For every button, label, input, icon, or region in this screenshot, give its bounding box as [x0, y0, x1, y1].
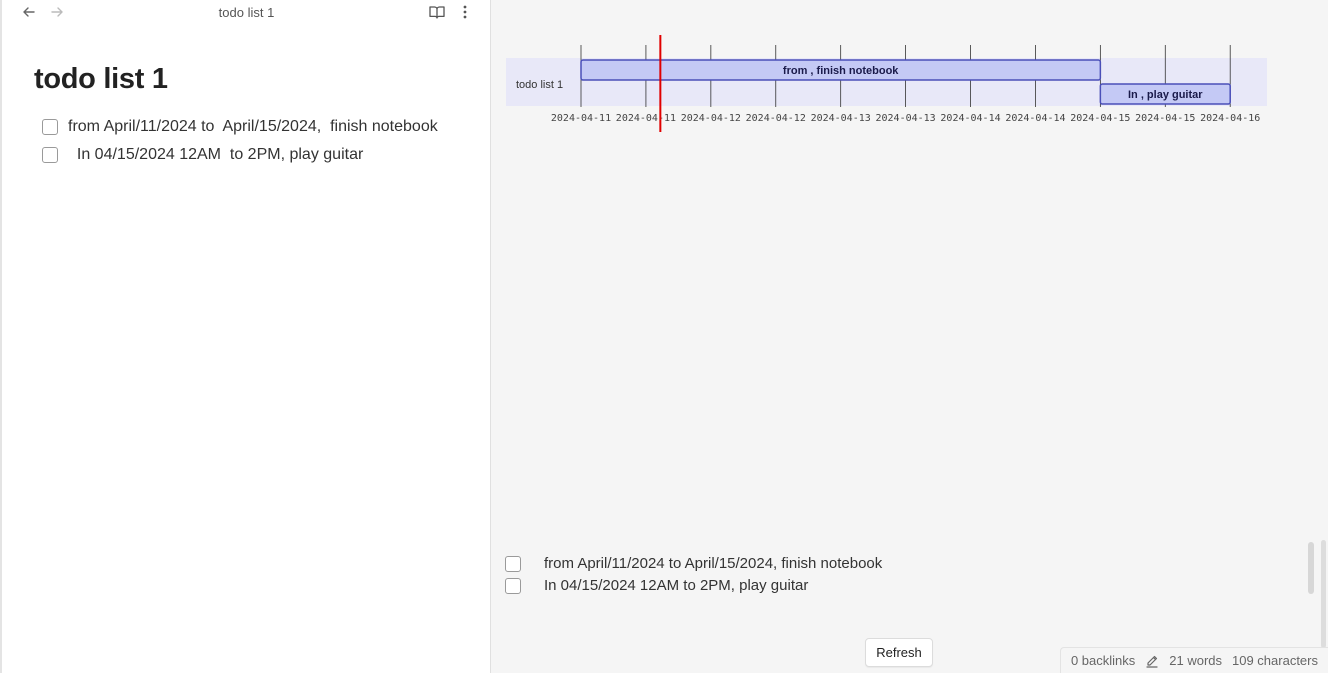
status-bar: 0 backlinks 21 words 109 characters: [1059, 647, 1328, 673]
more-vertical-icon: [463, 5, 467, 19]
gantt-tick-label: 2024-04-13: [875, 113, 935, 124]
gantt-tick-label: 2024-04-13: [811, 113, 871, 124]
word-count: 21 words: [1169, 653, 1222, 668]
task-checkbox[interactable]: [42, 119, 58, 135]
gantt-tick-label: 2024-04-15: [1135, 113, 1195, 124]
scroll-thumb[interactable]: [1308, 542, 1314, 594]
gantt-tick-label: 2024-04-14: [940, 113, 1000, 124]
gantt-tick-label: 2024-04-11: [551, 113, 611, 124]
gantt-section-label: todo list 1: [516, 79, 563, 91]
refresh-button[interactable]: Refresh: [865, 638, 933, 667]
query-results: from April/11/2024 to April/15/2024, fin…: [505, 554, 1265, 598]
book-open-icon: [429, 6, 445, 19]
gantt-tick-label: 2024-04-14: [1005, 113, 1065, 124]
task-checkbox[interactable]: [42, 147, 58, 163]
pencil-icon[interactable]: [1145, 654, 1159, 668]
gantt-tick-label: 2024-04-11: [616, 113, 676, 124]
preview-pane: todo list 1 2024-04-11 2024-04-11 2024-04-1…: [491, 0, 1328, 673]
scrollbar[interactable]: [1308, 540, 1326, 648]
backlinks-count[interactable]: 0 backlinks: [1071, 653, 1135, 668]
gantt-tick-label: 2024-04-12: [681, 113, 741, 124]
gantt-tick-label: 2024-04-12: [746, 113, 806, 124]
reading-view-button[interactable]: [426, 2, 448, 22]
more-options-button[interactable]: [454, 2, 476, 22]
gantt-task-label: In , play guitar: [1128, 89, 1203, 101]
gantt-tick-label: 2024-04-15: [1070, 113, 1130, 124]
result-text: In 04/15/2024 12AM to 2PM, play guitar: [544, 577, 809, 594]
result-checkbox[interactable]: [505, 556, 521, 572]
task-list: from April/11/2024 to April/15/2024, fin…: [42, 115, 442, 171]
result-item: from April/11/2024 to April/15/2024, fin…: [505, 554, 1265, 576]
gantt-task-label: from , finish notebook: [783, 65, 899, 77]
gantt-tick-label: 2024-04-16: [1200, 113, 1260, 124]
task-item: from April/11/2024 to April/15/2024, fin…: [42, 115, 442, 139]
task-text[interactable]: In 04/15/2024 12AM to 2PM, play guitar: [68, 143, 363, 167]
note-tab-title: todo list 1: [218, 5, 275, 20]
note-pane: todo list 1 todo list 1 from April/11/20…: [0, 0, 491, 673]
note-title: todo list 1: [34, 63, 168, 95]
character-count: 109 characters: [1232, 653, 1318, 668]
result-item: In 04/15/2024 12AM to 2PM, play guitar: [505, 576, 1265, 598]
note-header: todo list 1: [2, 0, 491, 26]
gantt-chart: todo list 1 2024-04-11 2024-04-11 2024-04-1…: [506, 35, 1267, 132]
scroll-thumb[interactable]: [1321, 540, 1326, 648]
task-item: In 04/15/2024 12AM to 2PM, play guitar: [42, 143, 442, 167]
task-text[interactable]: from April/11/2024 to April/15/2024, fin…: [68, 115, 438, 139]
result-checkbox[interactable]: [505, 578, 521, 594]
result-text: from April/11/2024 to April/15/2024, fin…: [544, 555, 883, 572]
